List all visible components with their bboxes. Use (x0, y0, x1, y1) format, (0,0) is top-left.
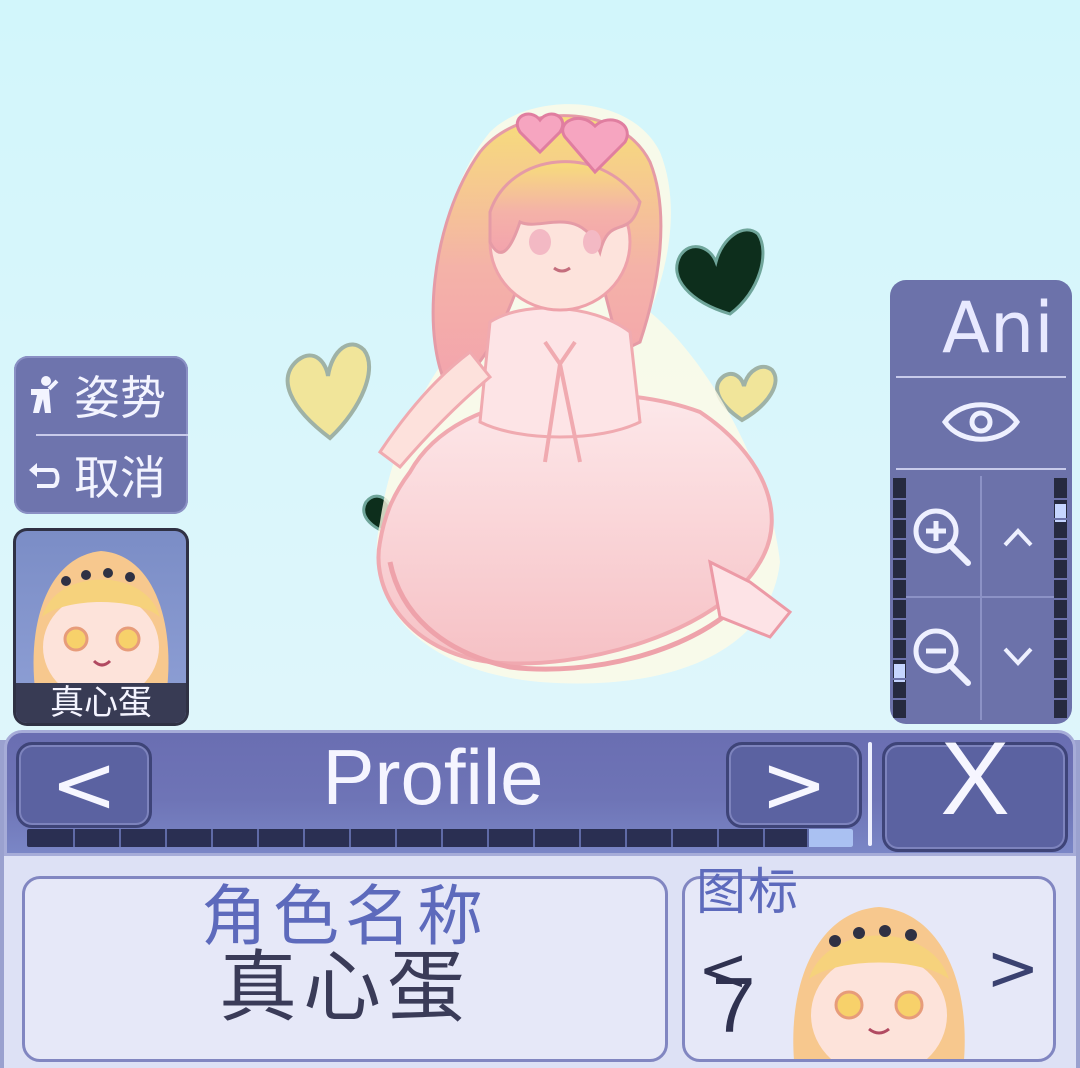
zoom-in-icon (913, 508, 971, 566)
zoom-level-bar[interactable] (893, 478, 906, 718)
pose-button[interactable]: 姿势 (14, 356, 188, 434)
icon-field-label: 图标 (696, 863, 800, 921)
undo-arrow-icon (14, 460, 74, 490)
scene-stage[interactable]: 姿势 取消 真心蛋 Ani (0, 0, 1080, 740)
name-field-value: 真心蛋 (218, 943, 471, 1033)
chevron-up-icon (1003, 528, 1033, 547)
zoom-in-button[interactable] (904, 480, 980, 594)
right-panel-divider-mid (896, 468, 1066, 470)
page-progress-fill (807, 829, 853, 847)
pose-label: 姿势 (74, 371, 166, 425)
prev-page-button[interactable]: < (16, 742, 152, 828)
move-down-button[interactable] (982, 600, 1054, 714)
icon-next-label: > (986, 932, 1040, 1006)
prev-arrow-label: < (50, 738, 118, 831)
vertical-position-bar[interactable] (1054, 478, 1067, 718)
next-page-button[interactable]: > (726, 742, 862, 828)
cancel-label: 取消 (74, 451, 166, 505)
eye-button[interactable] (890, 378, 1072, 466)
character-thumb-card[interactable]: 真心蛋 (13, 528, 189, 726)
ani-tab-label[interactable]: Ani (942, 280, 1054, 376)
chevron-down-icon (1003, 647, 1033, 666)
page-title: Profile (322, 733, 544, 821)
next-arrow-label: > (760, 738, 828, 831)
animation-side-panel: Ani (890, 280, 1072, 724)
move-up-button[interactable] (982, 480, 1054, 594)
zoom-out-icon (913, 628, 971, 686)
character-name-field[interactable]: 角色名称 真心蛋 (22, 876, 668, 1062)
icon-preview-face-icon (793, 907, 965, 1059)
close-button[interactable]: X (882, 727, 1068, 852)
page-progress-bar (27, 829, 853, 847)
eye-icon (941, 402, 1021, 442)
cancel-button[interactable]: 取消 (14, 436, 188, 514)
icon-next-button[interactable]: > (986, 936, 1040, 1002)
character-thumb-name: 真心蛋 (16, 683, 186, 723)
character-sprite[interactable] (340, 92, 820, 692)
character-thumb-portrait: 真心蛋 (16, 531, 186, 723)
pose-person-icon (14, 375, 74, 415)
chibi-face-icon (33, 551, 169, 697)
close-x-label: X (940, 721, 1010, 837)
header-separator (868, 742, 872, 846)
icon-prev-button[interactable]: < (698, 940, 748, 1000)
zoom-out-button[interactable] (904, 600, 980, 714)
icon-prev-label: < (698, 935, 749, 1005)
pose-cancel-panel: 姿势 取消 (14, 356, 188, 514)
